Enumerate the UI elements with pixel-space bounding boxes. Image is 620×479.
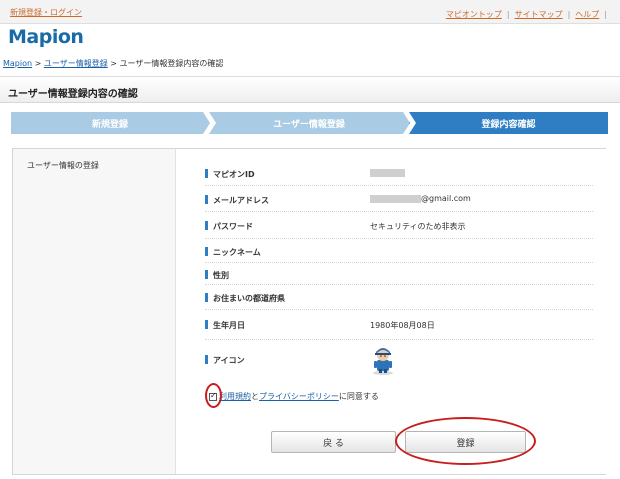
field-label: メールアドレス [213, 196, 269, 205]
sitemap-link[interactable]: サイトマップ [515, 10, 563, 19]
logo-text: Mapion [8, 26, 84, 48]
step-new-registration: 新規登録 [11, 112, 209, 134]
field-row-icon: アイコン [205, 340, 593, 380]
divider: | [506, 10, 510, 19]
top-links: マピオントップ | サイトマップ | ヘルプ | [446, 9, 612, 20]
divider: | [567, 10, 571, 19]
agreement-row: 利用規約とプライバシーポリシーに同意する [209, 391, 379, 402]
label-marker [205, 221, 208, 230]
field-label: ニックネーム [213, 248, 261, 257]
step-arrow-icon [403, 112, 416, 134]
breadcrumb-register-link[interactable]: ユーザー情報登録 [44, 59, 108, 68]
login-link[interactable]: 新規登録・ログイン [10, 7, 82, 18]
label-marker [205, 320, 208, 329]
masked-value [370, 168, 405, 177]
field-value-password: セキュリティのため非表示 [370, 222, 466, 231]
confirm-panel: ユーザー情報の登録 マピオンID メールアドレス @gmail.com パスワー… [12, 148, 606, 475]
page-header: ユーザー情報登録内容の確認 [0, 76, 620, 103]
field-label: 生年月日 [213, 321, 245, 330]
label-marker [205, 270, 208, 279]
field-value-birthday: 1980年08月08日 [370, 321, 435, 330]
top-bar: 新規登録・ログイン マピオントップ | サイトマップ | ヘルプ | [0, 0, 620, 24]
field-label: マピオンID [213, 170, 255, 179]
step-arrow-icon [203, 112, 216, 134]
breadcrumb-current: ユーザー情報登録内容の確認 [119, 59, 224, 68]
agree-and: と [251, 392, 259, 401]
field-label: 性別 [213, 271, 229, 280]
field-label: パスワード [213, 222, 253, 231]
progress-steps: 新規登録 ユーザー情報登録 登録内容確認 [11, 112, 608, 134]
step-user-info: ユーザー情報登録 [209, 112, 409, 134]
confirm-content: マピオンID メールアドレス @gmail.com パスワード セキュリティのた… [175, 149, 606, 474]
help-link[interactable]: ヘルプ [575, 10, 599, 19]
section-label: ユーザー情報の登録 [27, 161, 99, 170]
field-row-prefecture: お住まいの都道府県 [205, 285, 593, 310]
agree-suffix: に同意する [338, 392, 379, 401]
field-row-birthday: 生年月日 1980年08月08日 [205, 310, 593, 340]
back-button[interactable]: 戻 る [271, 431, 396, 453]
breadcrumb-separator: > [107, 59, 120, 68]
highlight-circle [205, 383, 222, 408]
field-row-gender: 性別 [205, 263, 593, 285]
page-title: ユーザー情報登録内容の確認 [8, 89, 138, 100]
field-value-email: @gmail.com [370, 194, 471, 203]
privacy-policy-link[interactable]: プライバシーポリシー [259, 392, 339, 401]
email-domain: @gmail.com [421, 194, 471, 203]
field-row-password: パスワード セキュリティのため非表示 [205, 212, 593, 239]
breadcrumb-separator: > [32, 59, 44, 68]
terms-link[interactable]: 利用規約 [219, 392, 251, 401]
step-confirm: 登録内容確認 [409, 112, 608, 134]
label-marker [205, 195, 208, 204]
mapion-logo[interactable]: Mapion [8, 26, 84, 54]
field-row-mapion-id: マピオンID [205, 163, 593, 186]
label-marker [205, 355, 208, 364]
user-avatar-icon [373, 348, 393, 375]
label-marker [205, 169, 208, 178]
field-label: お住まいの都道府県 [213, 294, 285, 303]
field-row-nickname: ニックネーム [205, 239, 593, 263]
breadcrumb: Mapion > ユーザー情報登録 > ユーザー情報登録内容の確認 [3, 58, 223, 69]
breadcrumb-home-link[interactable]: Mapion [3, 59, 32, 68]
label-marker [205, 247, 208, 256]
masked-value [370, 194, 421, 203]
divider: | [604, 10, 607, 19]
field-value-mapion-id [370, 168, 405, 177]
field-label: アイコン [213, 356, 245, 365]
field-row-email: メールアドレス @gmail.com [205, 186, 593, 212]
mapion-top-link[interactable]: マピオントップ [446, 10, 502, 19]
label-marker [205, 293, 208, 302]
highlight-circle [395, 417, 536, 465]
